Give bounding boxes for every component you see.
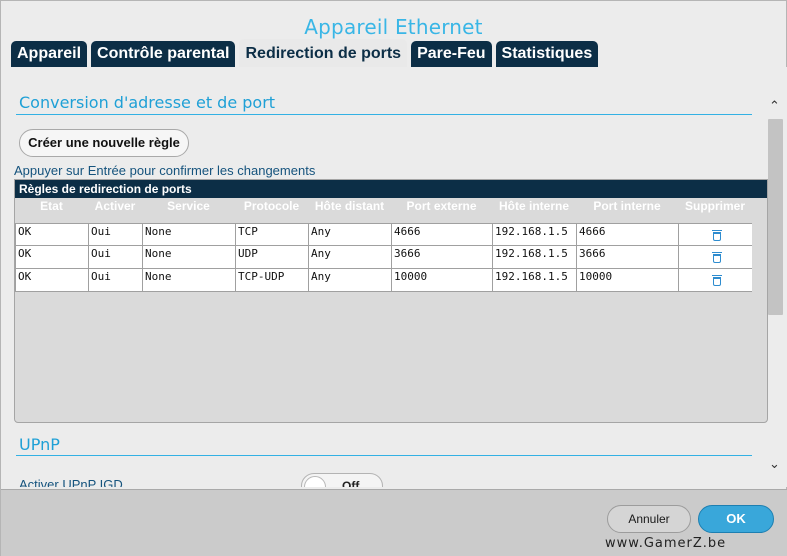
section-divider [16,114,752,115]
scroll-up-icon[interactable]: ⌃ [769,99,780,114]
cell-port-interne[interactable]: 10000 [576,269,678,291]
delete-rule-button[interactable] [678,246,752,268]
cell-hote-interne[interactable]: 192.168.1.5 [492,269,576,291]
trash-icon [711,275,722,286]
cell-protocole[interactable]: UDP [235,246,308,268]
column-header-protocole: Protocole [243,199,300,213]
upnp-section-title: UPnP [19,435,60,454]
column-header-hote-interne: Hôte interne [498,199,569,213]
cell-activer[interactable]: Oui [88,224,142,246]
table-header-row: Etat Activer Service Protocole Hôte dist… [15,198,767,216]
hint-text: Appuyer sur Entrée pour confirmer les ch… [14,163,316,178]
toggle-state-text: Off [342,479,360,487]
delete-rule-button[interactable] [678,269,752,291]
table-row[interactable]: OK Oui None UDP Any 3666 192.168.1.5 366… [15,246,752,269]
column-header-activer: Activer [94,199,136,213]
cell-hote-distant[interactable]: Any [308,269,391,291]
cell-etat: OK [15,224,88,246]
cell-protocole[interactable]: TCP-UDP [235,269,308,291]
cell-protocole[interactable]: TCP [235,224,308,246]
tab-pare-feu[interactable]: Pare-Feu [411,41,492,67]
ok-button[interactable]: OK [698,505,774,533]
tab-controle-parental[interactable]: Contrôle parental [91,41,236,67]
scrollbar-thumb[interactable] [768,119,783,315]
cell-etat: OK [15,269,88,291]
column-header-supprimer: Supprimer [684,199,745,213]
cell-service[interactable]: None [142,246,235,268]
cell-port-externe[interactable]: 4666 [391,224,492,246]
delete-rule-button[interactable] [678,224,752,246]
tab-redirection-de-ports[interactable]: Redirection de ports [239,39,408,67]
cell-service[interactable]: None [142,224,235,246]
table-title: Règles de redirection de ports [15,180,767,198]
cancel-button[interactable]: Annuler [607,505,691,533]
cell-hote-interne[interactable]: 192.168.1.5 [492,224,576,246]
content-panel: Conversion d'adresse et de port Créer un… [1,67,787,487]
cell-service[interactable]: None [142,269,235,291]
table-body: OK Oui None TCP Any 4666 192.168.1.5 466… [15,223,752,292]
column-header-etat: Etat [40,199,63,213]
column-header-service: Service [167,199,210,213]
app-window: Appareil Ethernet Appareil Contrôle pare… [0,0,787,556]
new-rule-button[interactable]: Créer une nouvelle règle [19,129,189,157]
scroll-down-icon[interactable]: ⌄ [769,457,780,472]
tab-appareil[interactable]: Appareil [11,41,88,67]
port-forwarding-table: Règles de redirection de ports Etat Acti… [14,179,768,423]
cell-hote-distant[interactable]: Any [308,246,391,268]
watermark-url: www.GamerZ.be [605,536,727,551]
table-row[interactable]: OK Oui None TCP Any 4666 192.168.1.5 466… [15,223,752,246]
column-header-port-interne: Port interne [593,199,661,213]
cell-hote-distant[interactable]: Any [308,224,391,246]
toggle-knob [304,476,326,487]
footer-bar: Annuler OK www.GamerZ.be [1,489,787,556]
section-divider [16,455,752,456]
window-title: Appareil Ethernet [304,15,483,39]
tab-statistiques[interactable]: Statistiques [495,41,599,67]
tab-bar: Appareil Contrôle parental Redirection d… [11,39,599,67]
column-header-hote-distant: Hôte distant [314,199,385,213]
column-header-port-externe: Port externe [406,199,477,213]
cell-port-interne[interactable]: 3666 [576,246,678,268]
cell-port-externe[interactable]: 10000 [391,269,492,291]
trash-icon [711,252,722,263]
table-row[interactable]: OK Oui None TCP-UDP Any 10000 192.168.1.… [15,269,752,292]
trash-icon [711,230,722,241]
nat-section-title: Conversion d'adresse et de port [19,93,276,112]
cell-etat: OK [15,246,88,268]
cell-activer[interactable]: Oui [88,246,142,268]
upnp-toggle[interactable]: Off [301,473,383,487]
cell-hote-interne[interactable]: 192.168.1.5 [492,246,576,268]
cell-port-interne[interactable]: 4666 [576,224,678,246]
cell-port-externe[interactable]: 3666 [391,246,492,268]
upnp-label: Activer UPnP IGD [19,477,123,487]
cell-activer[interactable]: Oui [88,269,142,291]
